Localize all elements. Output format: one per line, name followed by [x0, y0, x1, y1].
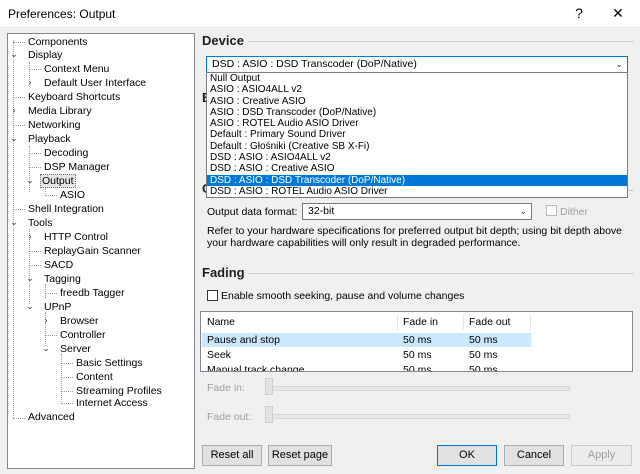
smooth-seeking-checkbox[interactable] [207, 290, 218, 301]
device-option[interactable]: DSD : ASIO : Creative ASIO [207, 163, 627, 174]
device-select-value: DSD : ASIO : DSD Transcoder (DoP/Native) [212, 58, 417, 70]
device-select[interactable]: DSD : ASIO : DSD Transcoder (DoP/Native)… [206, 56, 628, 73]
chevron-down-icon[interactable]: ⌄ [25, 273, 35, 284]
device-option[interactable]: DSD : ASIO : ASIO4ALL v2 [207, 152, 627, 163]
tree-item-playback[interactable]: Playback [26, 133, 73, 146]
output-format-value: 32-bit [308, 205, 335, 217]
device-option[interactable]: Default : Primary Sound Driver [207, 129, 627, 140]
column-header-name[interactable]: Name [202, 314, 398, 330]
chevron-right-icon[interactable]: › [25, 77, 35, 87]
chevron-down-icon: ⌄ [519, 206, 527, 216]
ok-button[interactable]: OK [437, 445, 497, 466]
tree-item-display[interactable]: Display [26, 49, 64, 62]
device-option[interactable]: ASIO : ASIO4ALL v2 [207, 84, 627, 95]
tree-item-tools[interactable]: Tools [26, 217, 55, 230]
device-option[interactable]: ASIO : Creative ASIO [207, 96, 627, 107]
device-heading: Device [202, 33, 244, 48]
fade-out-slider-track[interactable] [268, 414, 570, 419]
tree-item-freedb-tagger[interactable]: freedb Tagger [58, 287, 127, 300]
cancel-button[interactable]: Cancel [504, 445, 564, 466]
tree-item-replaygain-scanner[interactable]: ReplayGain Scanner [42, 245, 143, 258]
tree-item-dsp-manager[interactable]: DSP Manager [42, 161, 112, 174]
tree-item-default-ui[interactable]: Default User Interface [42, 77, 148, 90]
tree-item-keyboard-shortcuts[interactable]: Keyboard Shortcuts [26, 91, 122, 104]
tree-item-advanced[interactable]: Advanced [26, 411, 77, 424]
chevron-down-icon[interactable]: ⌄ [41, 343, 51, 354]
fading-table[interactable]: Name Fade in Fade out Pause and stop 50 … [200, 311, 633, 372]
device-option[interactable]: DSD : ASIO : ROTEL Audio ASIO Driver [207, 186, 627, 197]
table-row[interactable]: Pause and stop 50 ms 50 ms [202, 333, 531, 347]
tree-item-networking[interactable]: Networking [26, 119, 83, 132]
help-button[interactable]: ? [563, 0, 595, 27]
chevron-down-icon[interactable]: ⌄ [25, 175, 35, 186]
chevron-down-icon: ⌄ [615, 59, 623, 69]
fading-heading: Fading [202, 265, 245, 280]
chevron-right-icon[interactable]: › [41, 315, 51, 325]
tree-item-browser[interactable]: Browser [58, 315, 101, 328]
table-row[interactable]: Seek 50 ms 50 ms [202, 348, 531, 362]
fade-in-slider-track[interactable] [268, 386, 570, 391]
chevron-down-icon[interactable]: ⌄ [9, 217, 19, 228]
tree-item-internet-access[interactable]: Internet Access [74, 397, 150, 410]
device-dropdown-list[interactable]: Null Output ASIO : ASIO4ALL v2 ASIO : Cr… [206, 72, 628, 199]
tree-item-components[interactable]: Components [26, 36, 90, 49]
tree-line [45, 284, 46, 298]
output-format-note: Refer to your hardware specifications fo… [207, 225, 622, 249]
device-option[interactable]: ASIO : DSD Transcoder (DoP/Native) [207, 107, 627, 118]
table-row[interactable]: Manual track change 50 ms 50 ms [202, 363, 531, 371]
tree-item-server[interactable]: Server [58, 343, 93, 356]
output-format-label: Output data format: [207, 206, 298, 218]
dither-label: Dither [560, 206, 589, 218]
dither-checkbox[interactable] [546, 205, 557, 216]
title-bar: Preferences: Output ? ✕ [0, 0, 640, 28]
chevron-down-icon[interactable]: ⌄ [25, 301, 35, 312]
tree-item-http-control[interactable]: HTTP Control [42, 231, 110, 244]
chevron-right-icon[interactable]: › [9, 105, 19, 115]
tree-item-tagging[interactable]: Tagging [42, 273, 83, 286]
tree-item-shell-integration[interactable]: Shell Integration [26, 203, 106, 216]
tree-line [61, 354, 62, 402]
separator [248, 41, 634, 42]
column-header-fade-out[interactable]: Fade out [464, 314, 531, 330]
output-format-select[interactable]: 32-bit ⌄ [302, 203, 532, 220]
fade-out-label: Fade out: [207, 411, 252, 423]
reset-all-button[interactable]: Reset all [202, 445, 262, 466]
chevron-down-icon[interactable]: ⌄ [9, 133, 19, 144]
chevron-down-icon[interactable]: ⌄ [9, 49, 19, 60]
tree-item-upnp[interactable]: UPnP [42, 301, 73, 314]
tree-item-basic-settings[interactable]: Basic Settings [74, 357, 145, 370]
fade-in-slider-thumb[interactable] [265, 378, 273, 395]
smooth-seeking-label: Enable smooth seeking, pause and volume … [221, 290, 465, 302]
close-button[interactable]: ✕ [602, 0, 634, 27]
fade-out-slider-thumb[interactable] [265, 406, 273, 423]
tree-item-sacd[interactable]: SACD [42, 259, 75, 272]
column-header-fade-in[interactable]: Fade in [398, 314, 464, 330]
tree-item-controller[interactable]: Controller [58, 329, 108, 342]
device-option[interactable]: Default : Głośniki (Creative SB X-Fi) [207, 141, 627, 152]
device-option-highlighted[interactable]: DSD : ASIO : DSD Transcoder (DoP/Native) [207, 174, 627, 186]
apply-button[interactable]: Apply [571, 445, 632, 466]
preferences-tree[interactable]: Components ⌄ Display Context Menu › Defa… [7, 33, 195, 469]
device-option[interactable]: Null Output [207, 73, 627, 84]
chevron-right-icon[interactable]: › [25, 231, 35, 241]
tree-item-media-library[interactable]: Media Library [26, 105, 94, 118]
tree-item-decoding[interactable]: Decoding [42, 147, 90, 160]
tree-item-asio[interactable]: ASIO [58, 189, 87, 202]
tree-item-context-menu[interactable]: Context Menu [42, 63, 111, 76]
tree-item-content[interactable]: Content [74, 371, 115, 384]
device-option[interactable]: ASIO : ROTEL Audio ASIO Driver [207, 118, 627, 129]
reset-page-button[interactable]: Reset page [268, 445, 332, 466]
window-title: Preferences: Output [8, 7, 116, 21]
fade-in-label: Fade in: [207, 382, 245, 394]
tree-item-output[interactable]: Output [40, 174, 76, 188]
